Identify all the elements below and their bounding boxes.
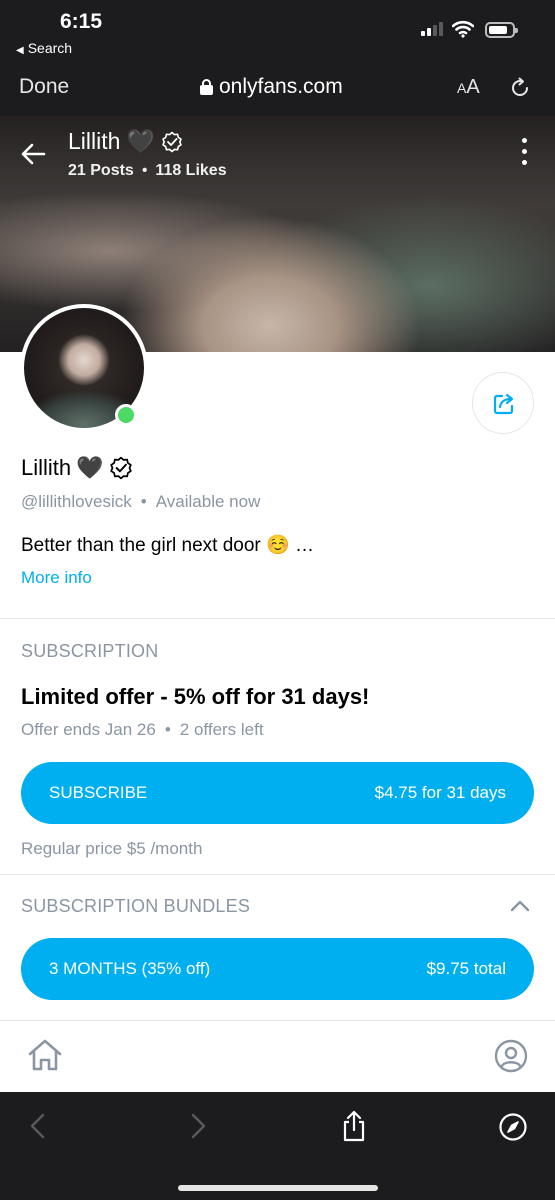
share-profile-button[interactable] [472, 372, 534, 434]
home-indicator[interactable] [178, 1185, 378, 1191]
verified-badge-icon [109, 456, 132, 480]
chevron-right-icon[interactable] [188, 1112, 208, 1140]
online-status-dot [115, 404, 137, 426]
user-circle-icon[interactable] [494, 1039, 528, 1073]
cover-name-text: Lillith [68, 128, 121, 154]
subscribe-button[interactable]: SUBSCRIBE $4.75 for 31 days [21, 762, 534, 824]
lock-icon [200, 79, 213, 95]
offer-ends: Offer ends Jan 26 [21, 720, 156, 739]
likes-count: 118 Likes [155, 162, 227, 179]
url-text: onlyfans.com [219, 75, 343, 98]
subscription-section-title: SUBSCRIPTION [21, 641, 159, 661]
divider [0, 874, 555, 875]
cover-profile-name: Lillith 🖤 [68, 128, 183, 155]
regular-price: Regular price $5 /month [21, 839, 203, 858]
kebab-menu-icon[interactable] [522, 138, 528, 166]
battery-icon [485, 22, 518, 38]
availability-status: Available now [155, 492, 261, 511]
reload-icon[interactable] [508, 76, 532, 100]
text-size-label: AA [457, 76, 480, 98]
profile-handle-row: @lillithlovesick • Available now [21, 492, 261, 511]
app-bottom-nav [0, 1020, 555, 1092]
profile-name: Lillith 🖤 [21, 455, 133, 481]
bundle-3-months-button[interactable]: 3 MONTHS (35% off) $9.75 total [21, 938, 534, 1000]
chevron-up-icon[interactable] [510, 898, 530, 912]
compass-icon[interactable] [498, 1112, 528, 1142]
arrow-left-icon[interactable] [20, 142, 46, 166]
posts-count: 21 Posts [68, 162, 134, 179]
back-app-label: Search [27, 40, 73, 56]
address-field[interactable]: onlyfans.com [200, 75, 343, 99]
cellular-signal-icon [421, 22, 445, 36]
back-to-app-link[interactable]: ◀ Search [16, 40, 72, 56]
offer-title: Limited offer - 5% off for 31 days! [21, 684, 370, 709]
done-button[interactable]: Done [19, 75, 69, 99]
profile-stats: 21 Posts • 118 Likes [68, 162, 227, 179]
profile-name-text: Lillith [21, 455, 72, 480]
divider [0, 618, 555, 619]
chevron-left-icon[interactable] [28, 1112, 48, 1140]
username: @lillithlovesick [21, 492, 132, 511]
profile-name-emoji: 🖤 [76, 455, 104, 480]
safari-toolbar [0, 1092, 555, 1200]
verified-badge-icon [162, 131, 182, 152]
home-icon[interactable] [26, 1037, 64, 1073]
bundle-label: 3 MONTHS (35% off) [49, 959, 211, 978]
back-triangle-icon: ◀ [16, 45, 24, 56]
profile-bio: Better than the girl next door ☺️ … [21, 535, 314, 556]
status-bar: 6:15 ◀ Search [0, 0, 555, 66]
subscribe-label: SUBSCRIBE [49, 783, 148, 802]
more-info-link[interactable]: More info [21, 568, 92, 588]
subscribe-price: $4.75 for 31 days [374, 783, 506, 802]
text-size-button[interactable]: AA [457, 76, 480, 99]
bundle-price: $9.75 total [426, 959, 506, 978]
browser-url-bar: Done onlyfans.com AA [0, 66, 555, 116]
offer-meta: Offer ends Jan 26 • 2 offers left [21, 720, 264, 739]
bundles-section-title: SUBSCRIPTION BUNDLES [21, 896, 251, 916]
wifi-icon [452, 20, 474, 38]
cover-name-emoji: 🖤 [126, 128, 156, 154]
status-time: 6:15 [60, 10, 103, 33]
share-upload-icon[interactable] [340, 1110, 368, 1142]
offers-left: 2 offers left [179, 720, 264, 739]
share-icon [493, 393, 514, 415]
